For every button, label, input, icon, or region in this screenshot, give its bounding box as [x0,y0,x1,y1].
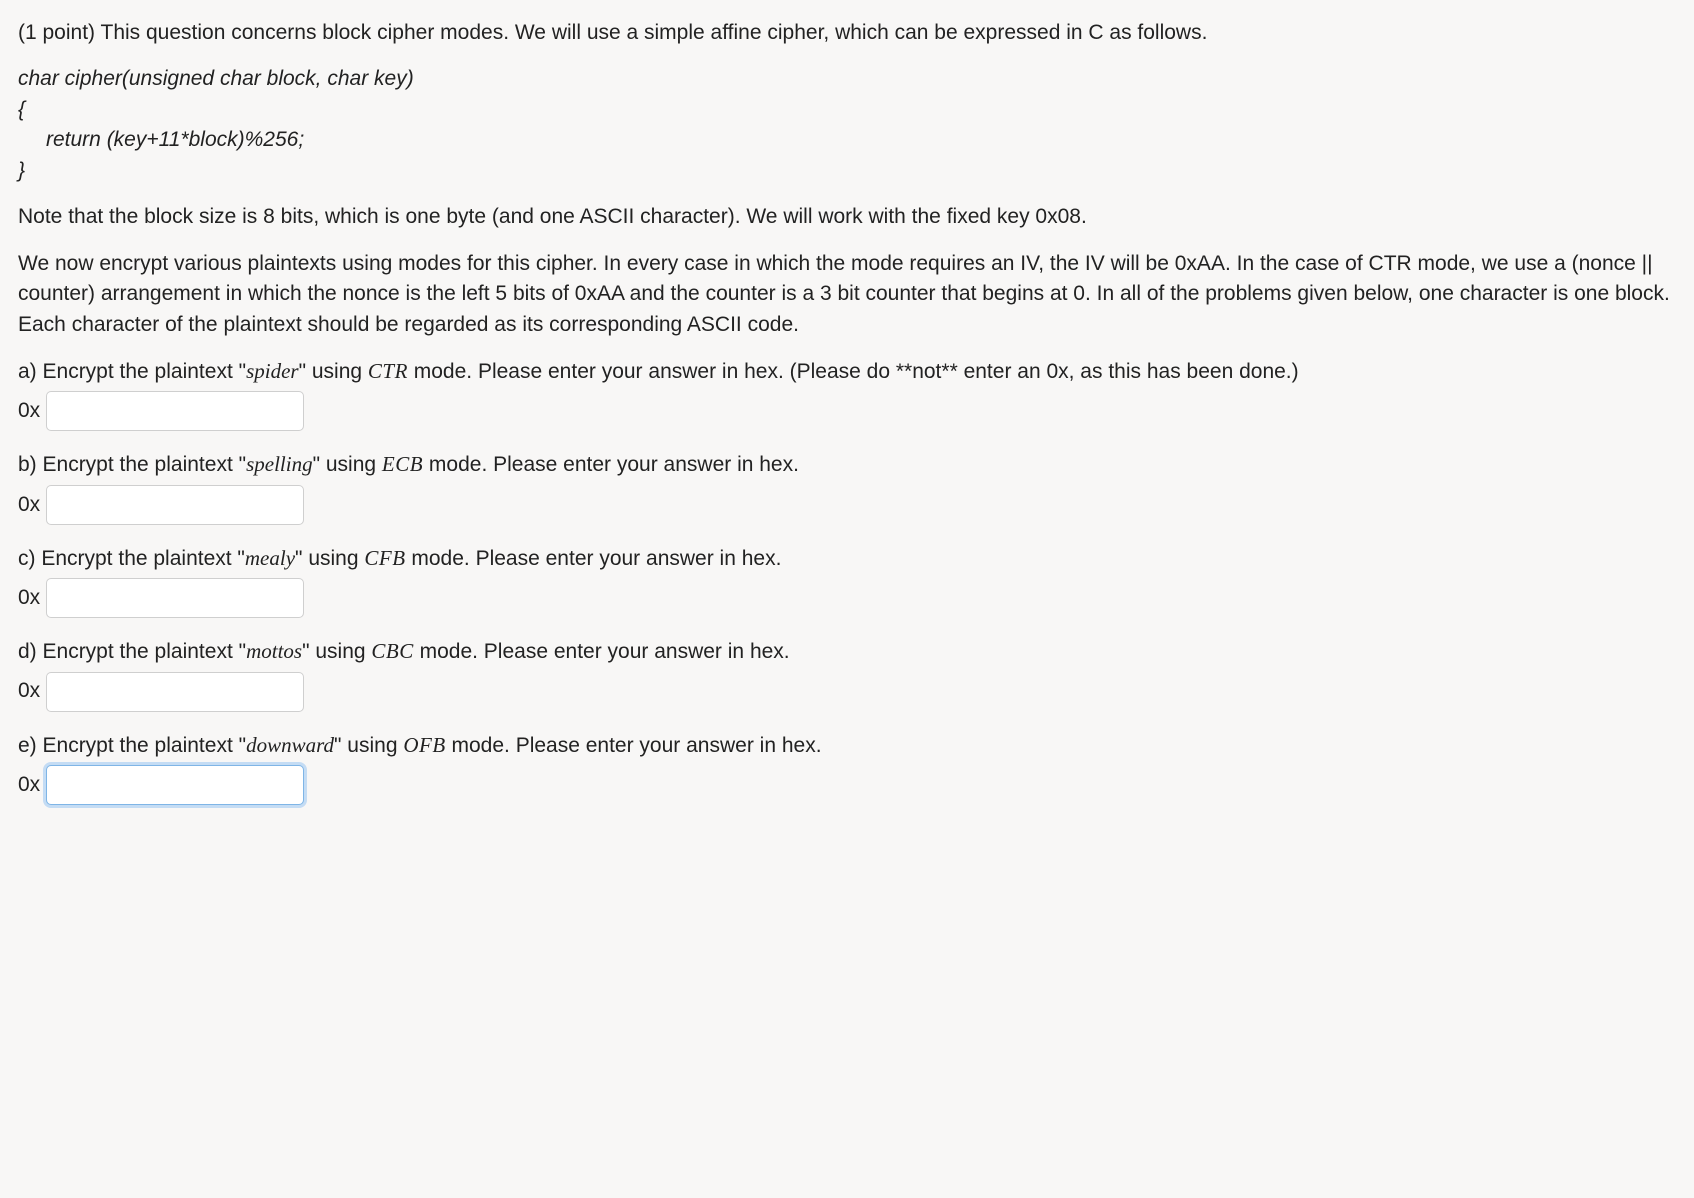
part-d-input[interactable] [46,672,304,712]
part-c-pre: c) Encrypt the plaintext " [18,547,245,570]
part-d-mode: CBC [371,639,413,663]
part-b-pre: b) Encrypt the plaintext " [18,453,246,476]
part-a-pre: a) Encrypt the plaintext " [18,360,246,383]
part-c: c) Encrypt the plaintext "mealy" using C… [18,543,1676,618]
part-a-mid: " using [299,360,368,383]
part-d-post: mode. Please enter your answer in hex. [414,640,790,663]
part-c-answer-row: 0x [18,578,1676,618]
part-e: e) Encrypt the plaintext "downward" usin… [18,730,1676,805]
part-c-mode: CFB [364,546,405,570]
code-line-3: return (key+11*block)%256; [18,125,1676,155]
part-c-plaintext: mealy [245,546,295,570]
part-a-input[interactable] [46,391,304,431]
part-b-mode: ECB [382,452,423,476]
question-container: (1 point) This question concerns block c… [18,18,1676,805]
part-c-post: mode. Please enter your answer in hex. [406,547,782,570]
part-b-plaintext: spelling [246,452,313,476]
part-e-mode: OFB [403,733,445,757]
part-c-input[interactable] [46,578,304,618]
question-intro: (1 point) This question concerns block c… [18,18,1676,48]
part-b-text: b) Encrypt the plaintext "spelling" usin… [18,449,1676,480]
part-d: d) Encrypt the plaintext "mottos" using … [18,636,1676,711]
part-c-mid: " using [295,547,364,570]
part-d-mid: " using [302,640,371,663]
part-a-text: a) Encrypt the plaintext "spider" using … [18,356,1676,387]
hex-prefix: 0x [18,396,40,426]
part-e-plaintext: downward [246,733,334,757]
part-b: b) Encrypt the plaintext "spelling" usin… [18,449,1676,524]
part-d-plaintext: mottos [246,639,302,663]
part-e-post: mode. Please enter your answer in hex. [446,734,822,757]
part-a-plaintext: spider [246,359,299,383]
part-a-mode: CTR [368,359,408,383]
part-e-answer-row: 0x [18,765,1676,805]
part-b-input[interactable] [46,485,304,525]
code-line-2: { [18,95,1676,125]
part-c-text: c) Encrypt the plaintext "mealy" using C… [18,543,1676,574]
part-a-post: mode. Please enter your answer in hex. (… [408,360,1299,383]
question-note: Note that the block size is 8 bits, whic… [18,202,1676,232]
question-setup: We now encrypt various plaintexts using … [18,249,1676,340]
part-e-input[interactable] [46,765,304,805]
hex-prefix: 0x [18,583,40,613]
part-e-mid: " using [334,734,403,757]
part-d-text: d) Encrypt the plaintext "mottos" using … [18,636,1676,667]
part-d-answer-row: 0x [18,672,1676,712]
part-b-post: mode. Please enter your answer in hex. [423,453,799,476]
part-a: a) Encrypt the plaintext "spider" using … [18,356,1676,431]
code-block: char cipher(unsigned char block, char ke… [18,64,1676,186]
part-b-mid: " using [313,453,382,476]
part-a-answer-row: 0x [18,391,1676,431]
hex-prefix: 0x [18,676,40,706]
code-line-4: } [18,156,1676,186]
part-d-pre: d) Encrypt the plaintext " [18,640,246,663]
part-b-answer-row: 0x [18,485,1676,525]
code-line-1: char cipher(unsigned char block, char ke… [18,64,1676,94]
part-e-pre: e) Encrypt the plaintext " [18,734,246,757]
hex-prefix: 0x [18,770,40,800]
part-e-text: e) Encrypt the plaintext "downward" usin… [18,730,1676,761]
hex-prefix: 0x [18,490,40,520]
